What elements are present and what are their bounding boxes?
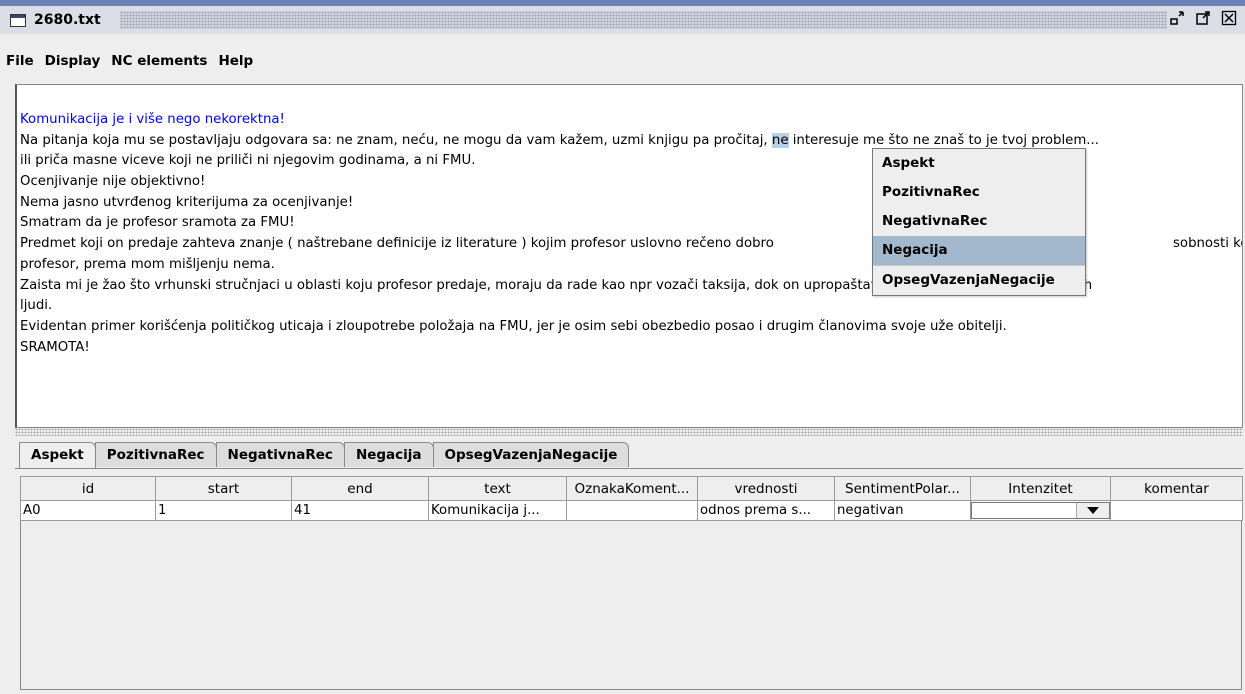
cell-oznaka-komentara[interactable] — [566, 500, 698, 521]
menu-display[interactable]: Display — [45, 53, 101, 69]
cell-intenzitet[interactable] — [970, 500, 1111, 521]
annotation-popup-menu: Aspekt PozitivnaRec NegativnaRec Negacij… — [872, 148, 1086, 296]
cell-start[interactable]: 1 — [155, 500, 292, 521]
selected-word[interactable]: ne — [771, 132, 789, 148]
title-left: 2680.txt — [10, 9, 101, 31]
window-icon — [10, 13, 26, 27]
doc-line-11: Evidentan primer korišćenja političkog u… — [20, 318, 1007, 334]
window-controls — [1169, 10, 1237, 26]
col-header-id[interactable]: id — [20, 476, 156, 501]
title-bar[interactable]: 2680.txt — [0, 0, 1245, 34]
annotation-tabs: Aspekt PozitivnaRec NegativnaRec Negacij… — [19, 442, 630, 469]
table-row[interactable]: A0 1 41 Komunikacija j... odnos prema s.… — [20, 500, 1243, 521]
doc-line-1: Komunikacija je i više nego nekorektna! — [20, 112, 285, 127]
col-header-vrednosti[interactable]: vrednosti — [697, 476, 835, 501]
doc-line-10: ljudi. — [20, 298, 53, 314]
col-header-komentar[interactable]: komentar — [1110, 476, 1243, 501]
chevron-down-icon[interactable] — [1076, 503, 1109, 518]
menu-help[interactable]: Help — [218, 53, 253, 69]
doc-line-7-rest: sobnosti koje — [1173, 236, 1242, 252]
popup-item-aspekt[interactable]: Aspekt — [873, 149, 1085, 178]
cell-id[interactable]: A0 — [20, 500, 156, 521]
popup-item-pozitivnarec[interactable]: PozitivnaRec — [873, 178, 1085, 207]
cell-komentar[interactable] — [1110, 500, 1243, 521]
col-header-start[interactable]: start — [155, 476, 292, 501]
col-header-oznaka-komentara[interactable]: OznakaKoment... — [566, 476, 698, 501]
tab-pozitivnarec[interactable]: PozitivnaRec — [94, 442, 217, 467]
cell-text[interactable]: Komunikacija j... — [428, 500, 567, 521]
tab-opsegvazenjanegacije[interactable]: OpsegVazenjaNegacije — [432, 442, 630, 467]
annotation-table-pane: id start end text OznakaKoment... vredno… — [20, 476, 1243, 690]
menu-bar: File Display NC elements Help — [0, 34, 1245, 84]
menu-nc-elements[interactable]: NC elements — [111, 53, 207, 69]
col-header-text[interactable]: text — [428, 476, 567, 501]
tab-negacija[interactable]: Negacija — [343, 442, 434, 467]
col-header-end[interactable]: end — [291, 476, 429, 501]
table-header-row: id start end text OznakaKoment... vredno… — [20, 476, 1243, 501]
split-pane-divider[interactable] — [15, 428, 1243, 436]
popup-item-opsegvazenjanegacije[interactable]: OpsegVazenjaNegacije — [873, 265, 1085, 295]
cell-sentiment-polaritet[interactable]: negativan — [834, 500, 971, 521]
col-header-intenzitet[interactable]: Intenzitet — [970, 476, 1111, 501]
cell-vrednosti[interactable]: odnos prema s... — [697, 500, 835, 521]
close-icon[interactable] — [1221, 10, 1237, 26]
maximize-icon[interactable] — [1195, 10, 1211, 26]
annotation-table: id start end text OznakaKoment... vredno… — [20, 476, 1243, 521]
tab-aspekt[interactable]: Aspekt — [19, 442, 96, 469]
doc-line-7-start: Predmet koji on predaje zahteva znanje (… — [20, 236, 774, 252]
title-bar-texture — [120, 11, 1167, 29]
popup-item-negacija[interactable]: Negacija — [873, 236, 1085, 265]
tab-underline — [15, 468, 1243, 469]
doc-line-12: SRAMOTA! — [20, 339, 90, 355]
menu-file[interactable]: File — [6, 53, 34, 69]
col-header-sentiment-polaritet[interactable]: SentimentPolar... — [834, 476, 971, 501]
doc-line-2-rest: interesuje me što ne znaš to je tvoj pro… — [788, 132, 1099, 148]
window-title: 2680.txt — [34, 12, 101, 28]
iconify-icon[interactable] — [1169, 10, 1185, 26]
popup-item-negativnarec[interactable]: NegativnaRec — [873, 207, 1085, 236]
tab-negativnarec[interactable]: NegativnaRec — [215, 442, 345, 467]
cell-end[interactable]: 41 — [291, 500, 429, 521]
intenzitet-combobox[interactable] — [971, 502, 1110, 519]
doc-line-2-start: Na pitanja koja mu se postavljaju odgova… — [20, 132, 772, 148]
